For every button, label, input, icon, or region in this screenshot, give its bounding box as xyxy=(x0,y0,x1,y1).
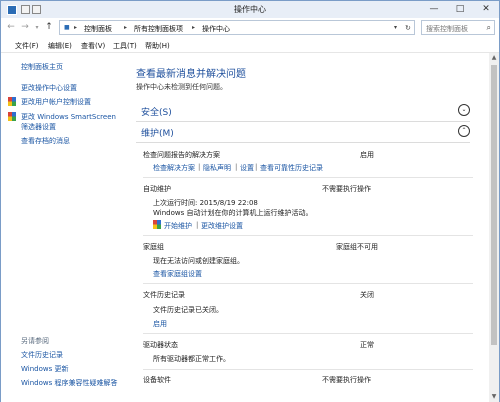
sidebar-smartscreen-filter[interactable]: 筛选器设置 xyxy=(21,122,56,132)
item-divider xyxy=(143,283,473,284)
search-icon[interactable]: ⌕ xyxy=(487,23,491,33)
refresh-icon[interactable]: ↻ xyxy=(405,24,411,32)
privacy-statement-link[interactable]: 隐私声明 xyxy=(203,163,231,173)
scroll-down-icon[interactable]: ▼ xyxy=(490,393,498,400)
address-bar[interactable]: ■ ▸ 控制面板 ▸ 所有控制面板项 ▸ 操作中心 ▾ ↻ xyxy=(59,20,415,35)
search-input[interactable]: 搜索控制面板 ⌕ xyxy=(421,20,495,35)
homegroup-status: 家庭组不可用 xyxy=(336,243,378,251)
link-separator: | xyxy=(198,163,201,171)
uac-shield-icon xyxy=(153,220,161,229)
item-divider xyxy=(143,369,473,370)
menu-view[interactable]: 查看(V) xyxy=(81,41,105,51)
see-also-file-history[interactable]: 文件历史记录 xyxy=(21,350,63,360)
item-divider xyxy=(143,177,473,178)
settings-link[interactable]: 设置 xyxy=(240,163,254,173)
link-separator: | xyxy=(235,163,238,171)
start-maintenance-link[interactable]: 开始维护 xyxy=(164,221,192,231)
sidebar: 控制面板主页 更改操作中心设置 更改用户帐户控制设置 更改 Windows Sm… xyxy=(1,53,131,402)
sidebar-view-archived-messages[interactable]: 查看存档的消息 xyxy=(21,136,70,146)
chevron-down-icon[interactable]: ⌄ xyxy=(458,104,470,116)
address-dropdown-icon[interactable]: ▾ xyxy=(394,24,397,31)
drive-status-description: 所有驱动器都正常工作。 xyxy=(153,355,230,363)
breadcrumb-separator-icon[interactable]: ▸ xyxy=(74,24,77,31)
breadcrumb-control-panel[interactable]: 控制面板 xyxy=(84,24,112,34)
breadcrumb-separator-icon[interactable]: ▸ xyxy=(192,24,195,31)
see-also-heading: 另请参阅 xyxy=(21,337,49,345)
breadcrumb-action-center[interactable]: 操作中心 xyxy=(202,24,230,34)
link-separator: | xyxy=(255,163,258,171)
auto-maintenance-status: 不需要执行操作 xyxy=(322,185,371,193)
sidebar-change-smartscreen[interactable]: 更改 Windows SmartScreen xyxy=(21,112,116,122)
page-subtitle: 操作中心未检测到任何问题。 xyxy=(136,83,227,91)
file-history-status: 关闭 xyxy=(360,291,374,299)
menu-bar: 文件(F) 编辑(E) 查看(V) 工具(T) 帮助(H) xyxy=(1,38,499,53)
sidebar-change-uac-settings[interactable]: 更改用户帐户控制设置 xyxy=(21,97,91,107)
item-divider xyxy=(143,235,473,236)
device-software-status: 不需要执行操作 xyxy=(322,376,371,384)
menu-tools[interactable]: 工具(T) xyxy=(113,41,137,51)
scrollbar-thumb[interactable] xyxy=(491,65,497,345)
menu-help[interactable]: 帮助(H) xyxy=(145,41,170,51)
auto-maintenance-title: 自动维护 xyxy=(143,185,171,193)
change-maintenance-settings-link[interactable]: 更改维护设置 xyxy=(201,221,243,231)
item-divider xyxy=(143,333,473,334)
search-placeholder: 搜索控制面板 xyxy=(426,25,468,33)
problem-reports-status: 启用 xyxy=(360,151,374,159)
maximize-button[interactable]: □ xyxy=(447,1,473,18)
back-icon[interactable]: ← xyxy=(5,21,17,34)
last-run-time: 上次运行时间: 2015/8/19 22:08 xyxy=(153,199,258,207)
security-section-title: 安全(S) xyxy=(141,108,172,118)
file-history-title: 文件历史记录 xyxy=(143,291,185,299)
see-also-windows-update[interactable]: Windows 更新 xyxy=(21,364,68,374)
minimize-button[interactable]: — xyxy=(421,1,447,18)
chevron-down-icon[interactable]: ▾ xyxy=(31,21,43,34)
drive-status-title: 驱动器状态 xyxy=(143,341,178,349)
sidebar-change-action-center-settings[interactable]: 更改操作中心设置 xyxy=(21,83,77,93)
title-bar: 操作中心 — □ ✕ xyxy=(1,1,499,18)
action-center-window: 操作中心 — □ ✕ ← → ▾ ↑ ■ ▸ 控制面板 ▸ 所有控制面板项 ▸ … xyxy=(0,0,500,402)
breadcrumb-all-items[interactable]: 所有控制面板项 xyxy=(134,24,183,34)
up-icon[interactable]: ↑ xyxy=(43,21,55,34)
menu-edit[interactable]: 编辑(E) xyxy=(48,41,72,51)
scroll-up-icon[interactable]: ▲ xyxy=(490,54,498,61)
uac-shield-icon xyxy=(8,112,16,121)
security-section-header[interactable]: 安全(S) ⌄ xyxy=(136,103,470,122)
device-software-title: 设备软件 xyxy=(143,376,171,384)
see-also-compat-troubleshooter[interactable]: Windows 程序兼容性疑难解答 xyxy=(21,378,117,388)
address-row: ← → ▾ ↑ ■ ▸ 控制面板 ▸ 所有控制面板项 ▸ 操作中心 ▾ ↻ 搜索… xyxy=(1,18,499,38)
breadcrumb-separator-icon[interactable]: ▸ xyxy=(124,24,127,31)
check-solutions-link[interactable]: 检查解决方案 xyxy=(153,163,195,173)
maintenance-description: Windows 自动计划在你的计算机上运行维护活动。 xyxy=(153,209,313,217)
view-homegroup-settings-link[interactable]: 查看家庭组设置 xyxy=(153,269,202,279)
enable-file-history-link[interactable]: 启用 xyxy=(153,319,167,329)
maintenance-section-header[interactable]: 维护(M) ⌃ xyxy=(136,124,470,143)
drive-status-value: 正常 xyxy=(360,341,374,349)
control-panel-small-icon: ■ xyxy=(64,24,70,31)
sidebar-control-panel-home[interactable]: 控制面板主页 xyxy=(21,62,63,72)
menu-file[interactable]: 文件(F) xyxy=(15,41,39,51)
reliability-history-link[interactable]: 查看可靠性历史记录 xyxy=(260,163,323,173)
page-title: 查看最新消息并解决问题 xyxy=(136,69,246,80)
maintenance-section-title: 维护(M) xyxy=(141,129,174,139)
homegroup-description: 现在无法访问或创建家庭组。 xyxy=(153,257,244,265)
vertical-scrollbar[interactable]: ▲ ▼ xyxy=(489,53,499,402)
close-button[interactable]: ✕ xyxy=(473,1,499,18)
forward-icon[interactable]: → xyxy=(19,21,31,34)
main-content: 查看最新消息并解决问题 操作中心未检测到任何问题。 安全(S) ⌄ 维护(M) … xyxy=(131,53,489,402)
uac-shield-icon xyxy=(8,97,16,106)
chevron-up-icon[interactable]: ⌃ xyxy=(458,125,470,137)
problem-reports-title: 检查问题报告的解决方案 xyxy=(143,151,220,159)
homegroup-title: 家庭组 xyxy=(143,243,164,251)
link-separator: | xyxy=(196,221,199,229)
file-history-description: 文件历史记录已关闭。 xyxy=(153,306,223,314)
